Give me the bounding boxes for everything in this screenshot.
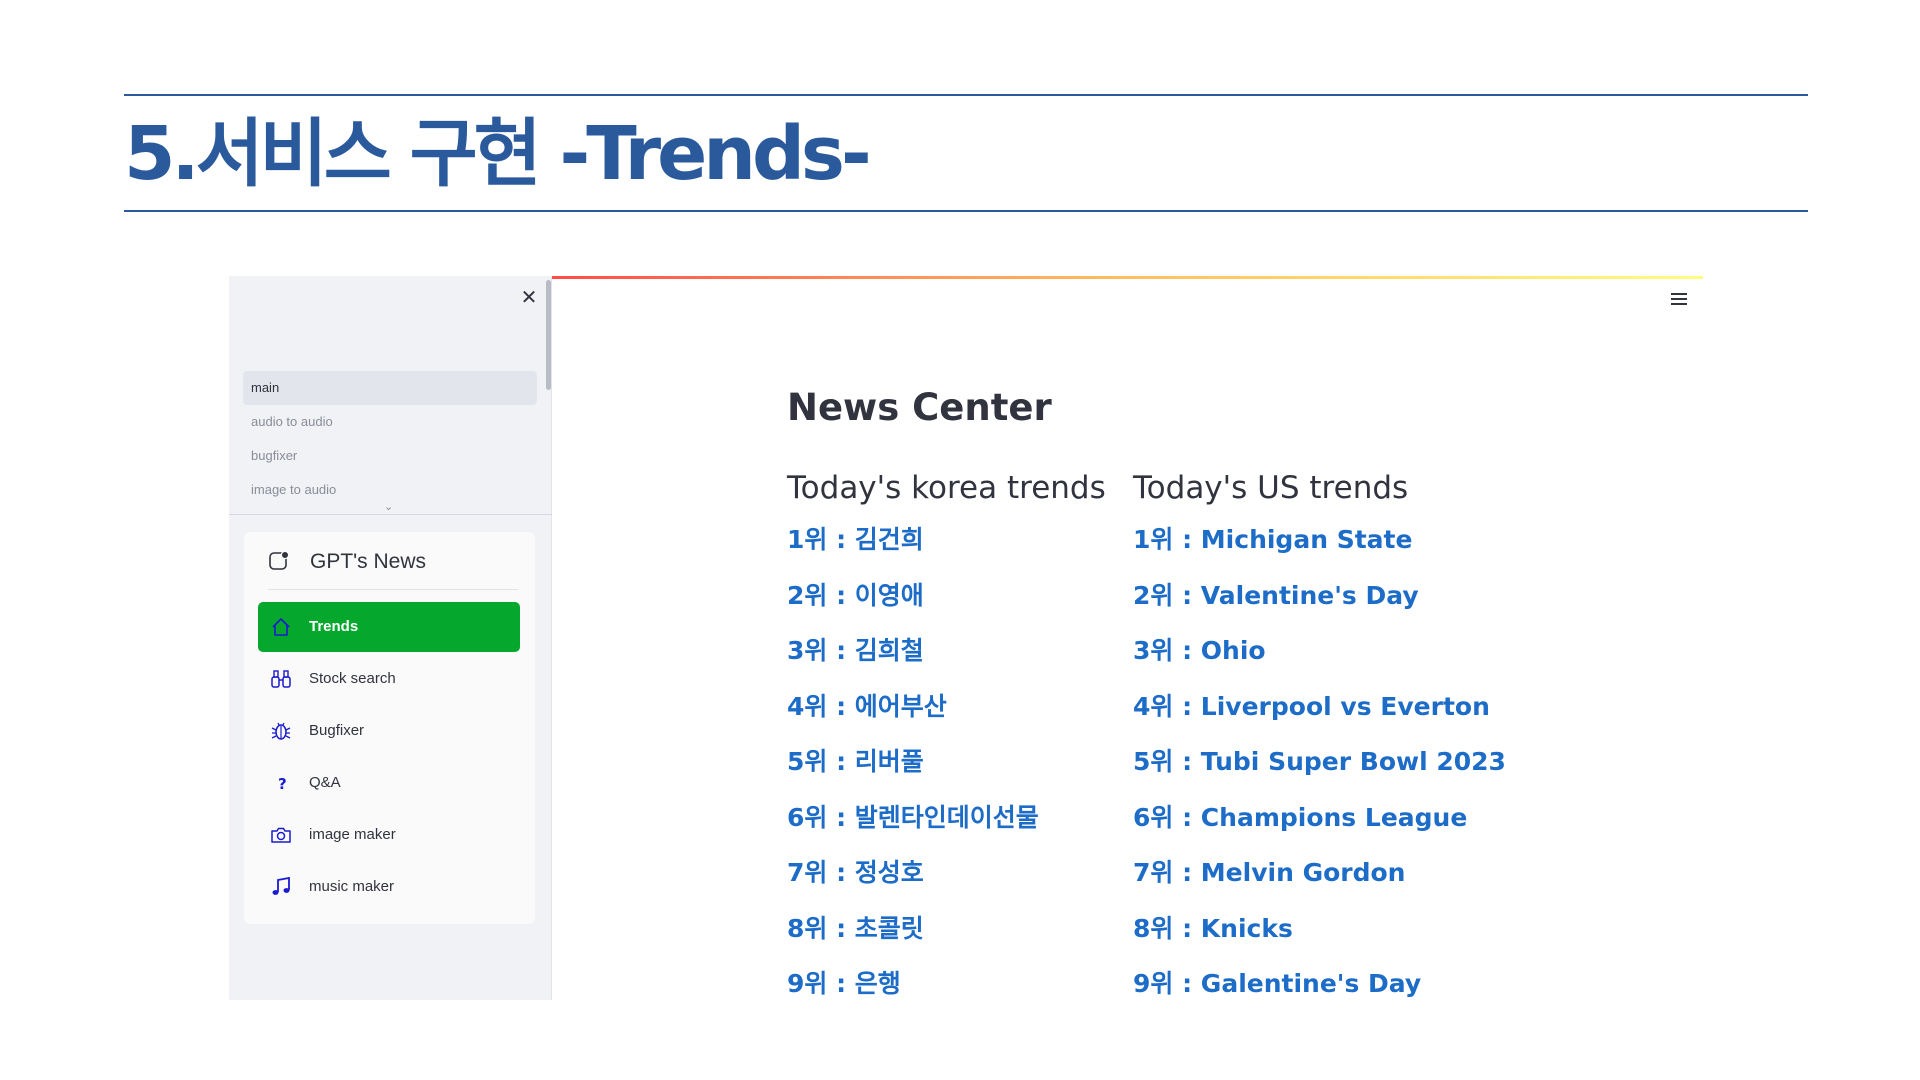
us-trend-link[interactable]: 3위 : Ohio	[1133, 623, 1506, 679]
us-trend-link[interactable]: 4위 : Liverpool vs Everton	[1133, 679, 1506, 735]
page-item-audio-to-audio[interactable]: audio to audio	[243, 405, 537, 439]
page-title: News Center	[787, 386, 1052, 429]
menu-item-label: Bugfixer	[309, 722, 365, 739]
music-note-icon	[272, 876, 290, 895]
us-trends-title: Today's US trends	[1133, 470, 1409, 506]
sidebar-divider	[229, 514, 552, 515]
korea-trend-link[interactable]: 4위 : 에어부산	[787, 679, 1106, 735]
page-nav: main audio to audio bugfixer image to au…	[243, 371, 537, 507]
menu-item-music-maker[interactable]: music maker	[258, 862, 520, 912]
menu-item-label: Trends	[309, 618, 359, 635]
us-trend-link[interactable]: 1위 : Michigan State	[1133, 512, 1506, 568]
header-rule-bottom	[124, 210, 1808, 212]
binoculars-icon	[271, 670, 291, 688]
bug-icon	[271, 722, 291, 740]
svg-text:?: ?	[278, 775, 287, 793]
menu-item-stock-search[interactable]: Stock search	[258, 654, 520, 704]
us-trend-link[interactable]: 6위 : Champions League	[1133, 790, 1506, 846]
camera-icon	[271, 827, 291, 843]
korea-trend-link[interactable]: 3위 : 김희철	[787, 623, 1106, 679]
us-trend-link[interactable]: 2위 : Valentine's Day	[1133, 568, 1506, 624]
korea-trend-link[interactable]: 1위 : 김건희	[787, 512, 1106, 568]
korea-trend-link[interactable]: 9위 : 은행	[787, 956, 1106, 1000]
korea-trend-link[interactable]: 8위 : 초콜릿	[787, 901, 1106, 957]
option-menu: GPT's News Trends Stock search Bugfixer …	[244, 532, 535, 924]
app-indicator-icon	[269, 550, 290, 570]
korea-trends-title: Today's korea trends	[787, 470, 1106, 506]
menu-item-label: Stock search	[309, 670, 396, 687]
sidebar: ✕ main audio to audio bugfixer image to …	[229, 276, 552, 1000]
korea-trend-link[interactable]: 6위 : 발렌타인데이선물	[787, 790, 1106, 846]
menu-item-label: Q&A	[309, 774, 341, 791]
header-rule-top	[124, 94, 1808, 96]
us-trend-link[interactable]: 7위 : Melvin Gordon	[1133, 845, 1506, 901]
page-item-bugfixer[interactable]: bugfixer	[243, 439, 537, 473]
sidebar-scrollbar[interactable]	[546, 280, 551, 390]
slide-title: 5.서비스 구현 -Trends-	[124, 111, 872, 197]
chevron-down-icon[interactable]: ⌄	[384, 500, 393, 513]
top-decoration-bar	[552, 276, 1703, 279]
page-item-main[interactable]: main	[243, 371, 537, 405]
menu-item-qa[interactable]: ? Q&A	[258, 758, 520, 808]
us-trend-link[interactable]: 9위 : Galentine's Day	[1133, 956, 1506, 1000]
hamburger-menu-icon[interactable]	[1671, 293, 1687, 305]
menu-item-label: image maker	[309, 826, 396, 843]
menu-item-trends[interactable]: Trends	[258, 602, 520, 652]
korea-trends-column: Today's korea trends 1위 : 김건희 2위 : 이영애 3…	[787, 464, 1106, 1000]
question-icon: ?	[278, 775, 287, 793]
menu-item-bugfixer[interactable]: Bugfixer	[258, 706, 520, 756]
house-icon	[272, 618, 290, 636]
korea-trend-link[interactable]: 5위 : 리버풀	[787, 734, 1106, 790]
korea-trend-link[interactable]: 2위 : 이영애	[787, 568, 1106, 624]
app-screenshot: ✕ main audio to audio bugfixer image to …	[229, 276, 1703, 1000]
us-trends-column: Today's US trends 1위 : Michigan State 2위…	[1133, 464, 1506, 1000]
korea-trend-link[interactable]: 7위 : 정성호	[787, 845, 1106, 901]
menu-header: GPT's News	[268, 544, 518, 590]
us-trend-link[interactable]: 5위 : Tubi Super Bowl 2023	[1133, 734, 1506, 790]
us-trend-link[interactable]: 8위 : Knicks	[1133, 901, 1506, 957]
menu-item-image-maker[interactable]: image maker	[258, 810, 520, 860]
menu-title: GPT's News	[310, 550, 427, 573]
menu-item-label: music maker	[309, 878, 395, 895]
close-sidebar-button[interactable]: ✕	[518, 286, 540, 308]
